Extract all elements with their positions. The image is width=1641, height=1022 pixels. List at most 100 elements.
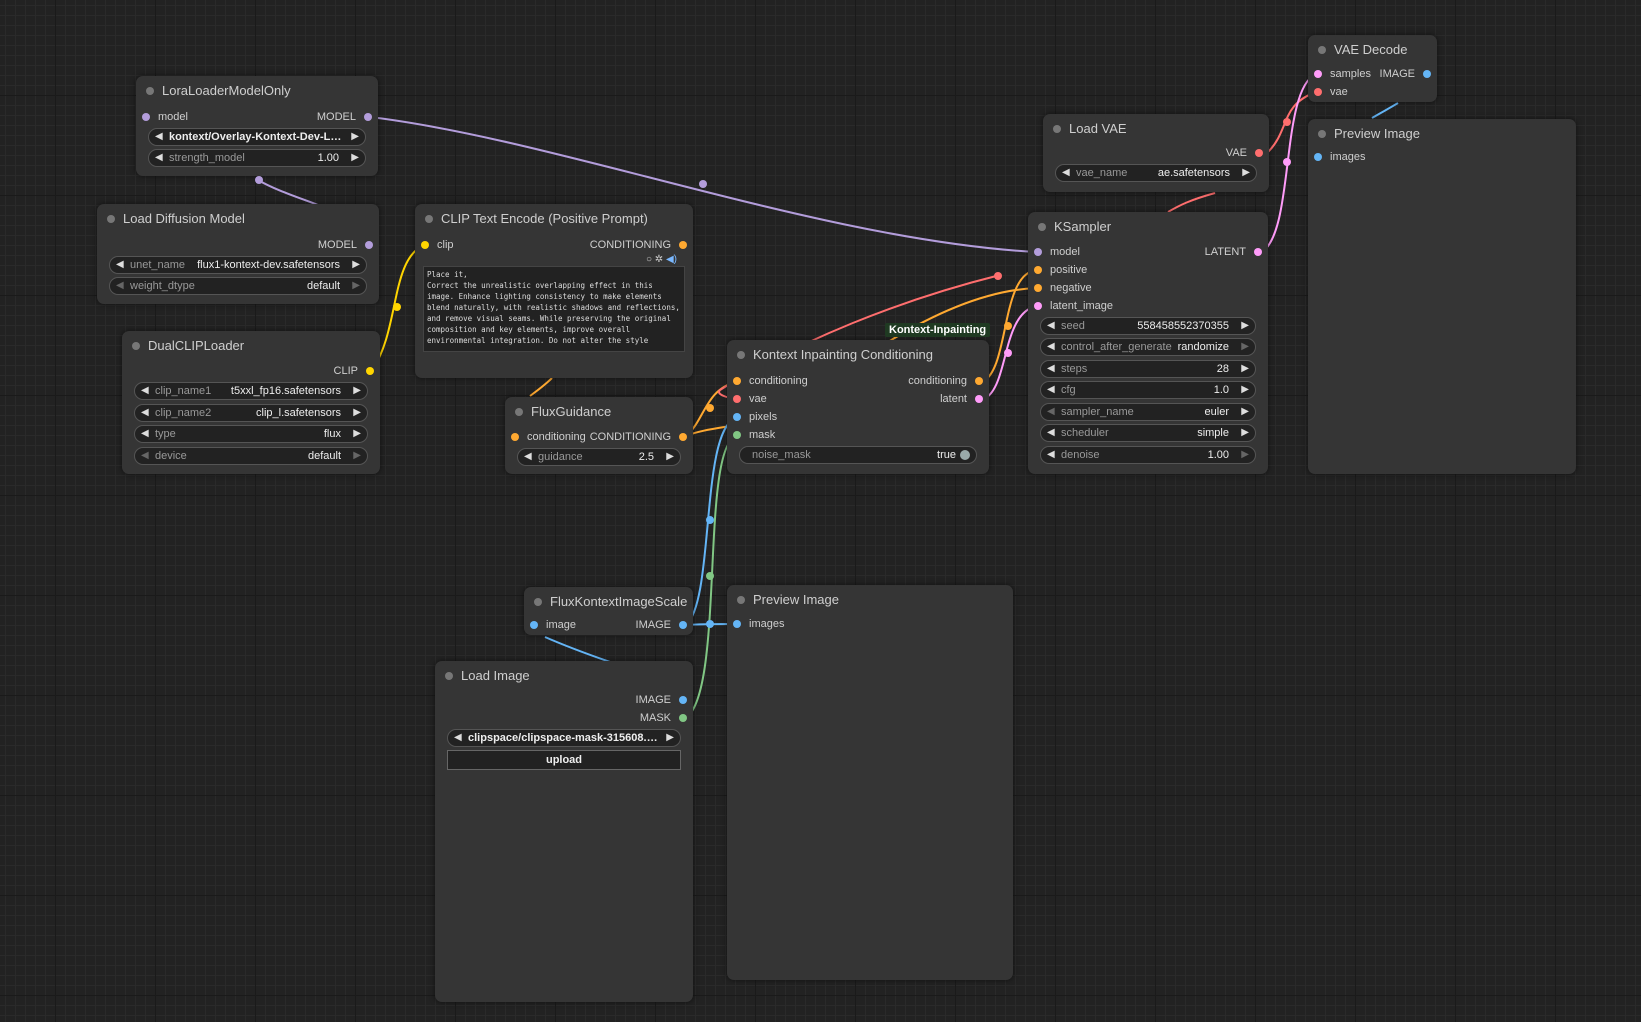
input-slot-vae[interactable]: vae [1308,84,1437,100]
slot-dot-icon[interactable] [679,433,687,441]
node-preview-image-top[interactable]: Preview Image images [1308,119,1576,474]
prompt-textarea[interactable]: Place it, Correct the unrealistic overla… [423,266,685,352]
node-load-vae[interactable]: Load VAE VAE ◀ vae_name ae.safetensors ▶ [1043,114,1269,192]
output-slot-vae[interactable]: VAE [1043,145,1269,161]
node-vae-decode[interactable]: VAE Decode samples IMAGE vae [1308,35,1437,102]
arrow-left-icon[interactable]: ◀ [155,129,163,145]
node-title[interactable]: LoraLoaderModelOnly [136,76,378,106]
collapse-dot-icon[interactable] [425,215,433,223]
arrow-left-icon[interactable]: ◀ [1047,382,1055,398]
widget-scheduler[interactable]: ◀ scheduler simple ▶ [1040,424,1256,442]
arrow-left-icon[interactable]: ◀ [1047,361,1055,377]
arrow-left-icon[interactable]: ◀ [141,426,149,442]
widget-clip-name1[interactable]: ◀ clip_name1 t5xxl_fp16.safetensors ▶ [134,382,368,400]
arrow-left-icon[interactable]: ◀ [1047,447,1055,463]
wire-midpoint-vaedecode[interactable] [1283,118,1291,126]
arrow-left-icon[interactable]: ◀ [155,150,163,166]
arrow-right-icon[interactable]: ▶ [352,278,360,294]
widget-lora-name[interactable]: ◀ kontext/Overlay-Kontext-Dev-Lo ... ▶ [148,128,366,146]
node-load-diffusion-model[interactable]: Load Diffusion Model MODEL ◀ unet_name flu… [97,204,379,304]
arrow-right-icon[interactable]: ▶ [1241,447,1249,463]
arrow-right-icon[interactable]: ▶ [1241,361,1249,377]
group-label[interactable]: Kontext-Inpainting [885,323,991,337]
output-slot-conditioning[interactable]: CONDITIONING [505,429,693,445]
arrow-right-icon[interactable]: ▶ [353,383,361,399]
collapse-dot-icon[interactable] [515,408,523,416]
node-title[interactable]: FluxGuidance [505,397,693,427]
node-title[interactable]: Kontext Inpainting Conditioning [727,340,989,370]
output-slot-conditioning[interactable]: conditioning [727,373,989,389]
widget-noise-mask-toggle[interactable]: noise_mask true [739,446,977,464]
wire-midpoint-latent[interactable] [1283,158,1291,166]
output-slot-latent[interactable]: LATENT [1028,244,1268,260]
output-slot-latent[interactable]: latent [727,391,989,407]
input-slot-latent-image[interactable]: latent_image [1028,298,1268,314]
slot-dot-icon[interactable] [1314,88,1322,96]
widget-cfg[interactable]: ◀ cfg 1.0 ▶ [1040,381,1256,399]
arrow-left-icon[interactable]: ◀ [141,383,149,399]
node-ksampler[interactable]: KSampler model LATENT positive negative … [1028,212,1268,474]
arrow-right-icon[interactable]: ▶ [353,405,361,421]
widget-clip-name2[interactable]: ◀ clip_name2 clip_l.safetensors ▶ [134,404,368,422]
node-title[interactable]: DualCLIPLoader [122,331,380,361]
node-title[interactable]: Load Diffusion Model [97,204,379,234]
arrow-right-icon[interactable]: ▶ [666,449,674,465]
node-kontext-inpainting-conditioning[interactable]: Kontext Inpainting Conditioning conditio… [727,340,989,474]
arrow-right-icon[interactable]: ▶ [1241,425,1249,441]
input-slot-negative[interactable]: negative [1028,280,1268,296]
node-load-image[interactable]: Load Image IMAGE MASK ◀ clipspace/clipspa… [435,661,693,1002]
output-slot-image[interactable]: IMAGE [1308,66,1437,82]
slot-dot-icon[interactable] [679,621,687,629]
output-slot-mask[interactable]: MASK [435,710,693,726]
widget-guidance[interactable]: ◀ guidance 2.5 ▶ [517,448,681,466]
slot-dot-icon[interactable] [679,714,687,722]
arrow-right-icon[interactable]: ▶ [352,257,360,273]
slot-dot-icon[interactable] [679,696,687,704]
wire-midpoint-image2[interactable] [706,620,714,628]
node-flux-kontext-image-scale[interactable]: FluxKontextImageScale image IMAGE [524,587,693,635]
slot-dot-icon[interactable] [1314,153,1322,161]
arrow-left-icon[interactable]: ◀ [1062,165,1070,181]
arrow-right-icon[interactable]: ▶ [1241,382,1249,398]
wire-midpoint-clip[interactable] [393,303,401,311]
collapse-dot-icon[interactable] [1053,125,1061,133]
wire-midpoint-cond[interactable] [1004,322,1012,330]
node-title[interactable]: Load Image [435,661,693,691]
slot-dot-icon[interactable] [1034,284,1042,292]
input-slot-images[interactable]: images [1308,149,1576,165]
output-slot-image[interactable]: IMAGE [435,692,693,708]
input-slot-images[interactable]: images [727,616,1013,632]
node-title[interactable]: VAE Decode [1308,35,1437,65]
arrow-left-icon[interactable]: ◀ [141,405,149,421]
widget-image-file[interactable]: ◀ clipspace/clipspace-mask-315608.7 ... ▶ [447,729,681,747]
node-preview-image-mid[interactable]: Preview Image images [727,585,1013,980]
node-title[interactable]: KSampler [1028,212,1268,242]
widget-strength-model[interactable]: ◀ strength_model 1.00 ▶ [148,149,366,167]
arrow-right-icon[interactable]: ▶ [1241,339,1249,355]
arrow-left-icon[interactable]: ◀ [454,730,462,746]
output-slot-clip[interactable]: CLIP [122,363,380,379]
arrow-right-icon[interactable]: ▶ [1242,165,1250,181]
arrow-right-icon[interactable]: ▶ [353,448,361,464]
widget-type[interactable]: ◀ type flux ▶ [134,425,368,443]
wire-midpoint-latent2[interactable] [1004,349,1012,357]
collapse-dot-icon[interactable] [737,351,745,359]
output-slot-model[interactable]: MODEL [97,237,379,253]
node-lora-loader[interactable]: LoraLoaderModelOnly model MODEL ◀ kontext… [136,76,378,176]
wire-midpoint-lora[interactable] [255,176,263,184]
widget-sampler-name[interactable]: ◀ sampler_name euler ▶ [1040,403,1256,421]
input-slot-positive[interactable]: positive [1028,262,1268,278]
collapse-dot-icon[interactable] [737,596,745,604]
slot-dot-icon[interactable] [733,431,741,439]
slot-dot-icon[interactable] [1254,248,1262,256]
arrow-left-icon[interactable]: ◀ [141,448,149,464]
widget-unet-name[interactable]: ◀ unet_name flux1-kontext-dev.safetensors ▶ [109,256,367,274]
slot-dot-icon[interactable] [733,413,741,421]
arrow-right-icon[interactable]: ▶ [353,426,361,442]
arrow-left-icon[interactable]: ◀ [116,257,124,273]
widget-vae-name[interactable]: ◀ vae_name ae.safetensors ▶ [1055,164,1257,182]
arrow-left-icon[interactable]: ◀ [1047,425,1055,441]
arrow-right-icon[interactable]: ▶ [1241,318,1249,334]
widget-device[interactable]: ◀ device default ▶ [134,447,368,465]
collapse-dot-icon[interactable] [1318,130,1326,138]
